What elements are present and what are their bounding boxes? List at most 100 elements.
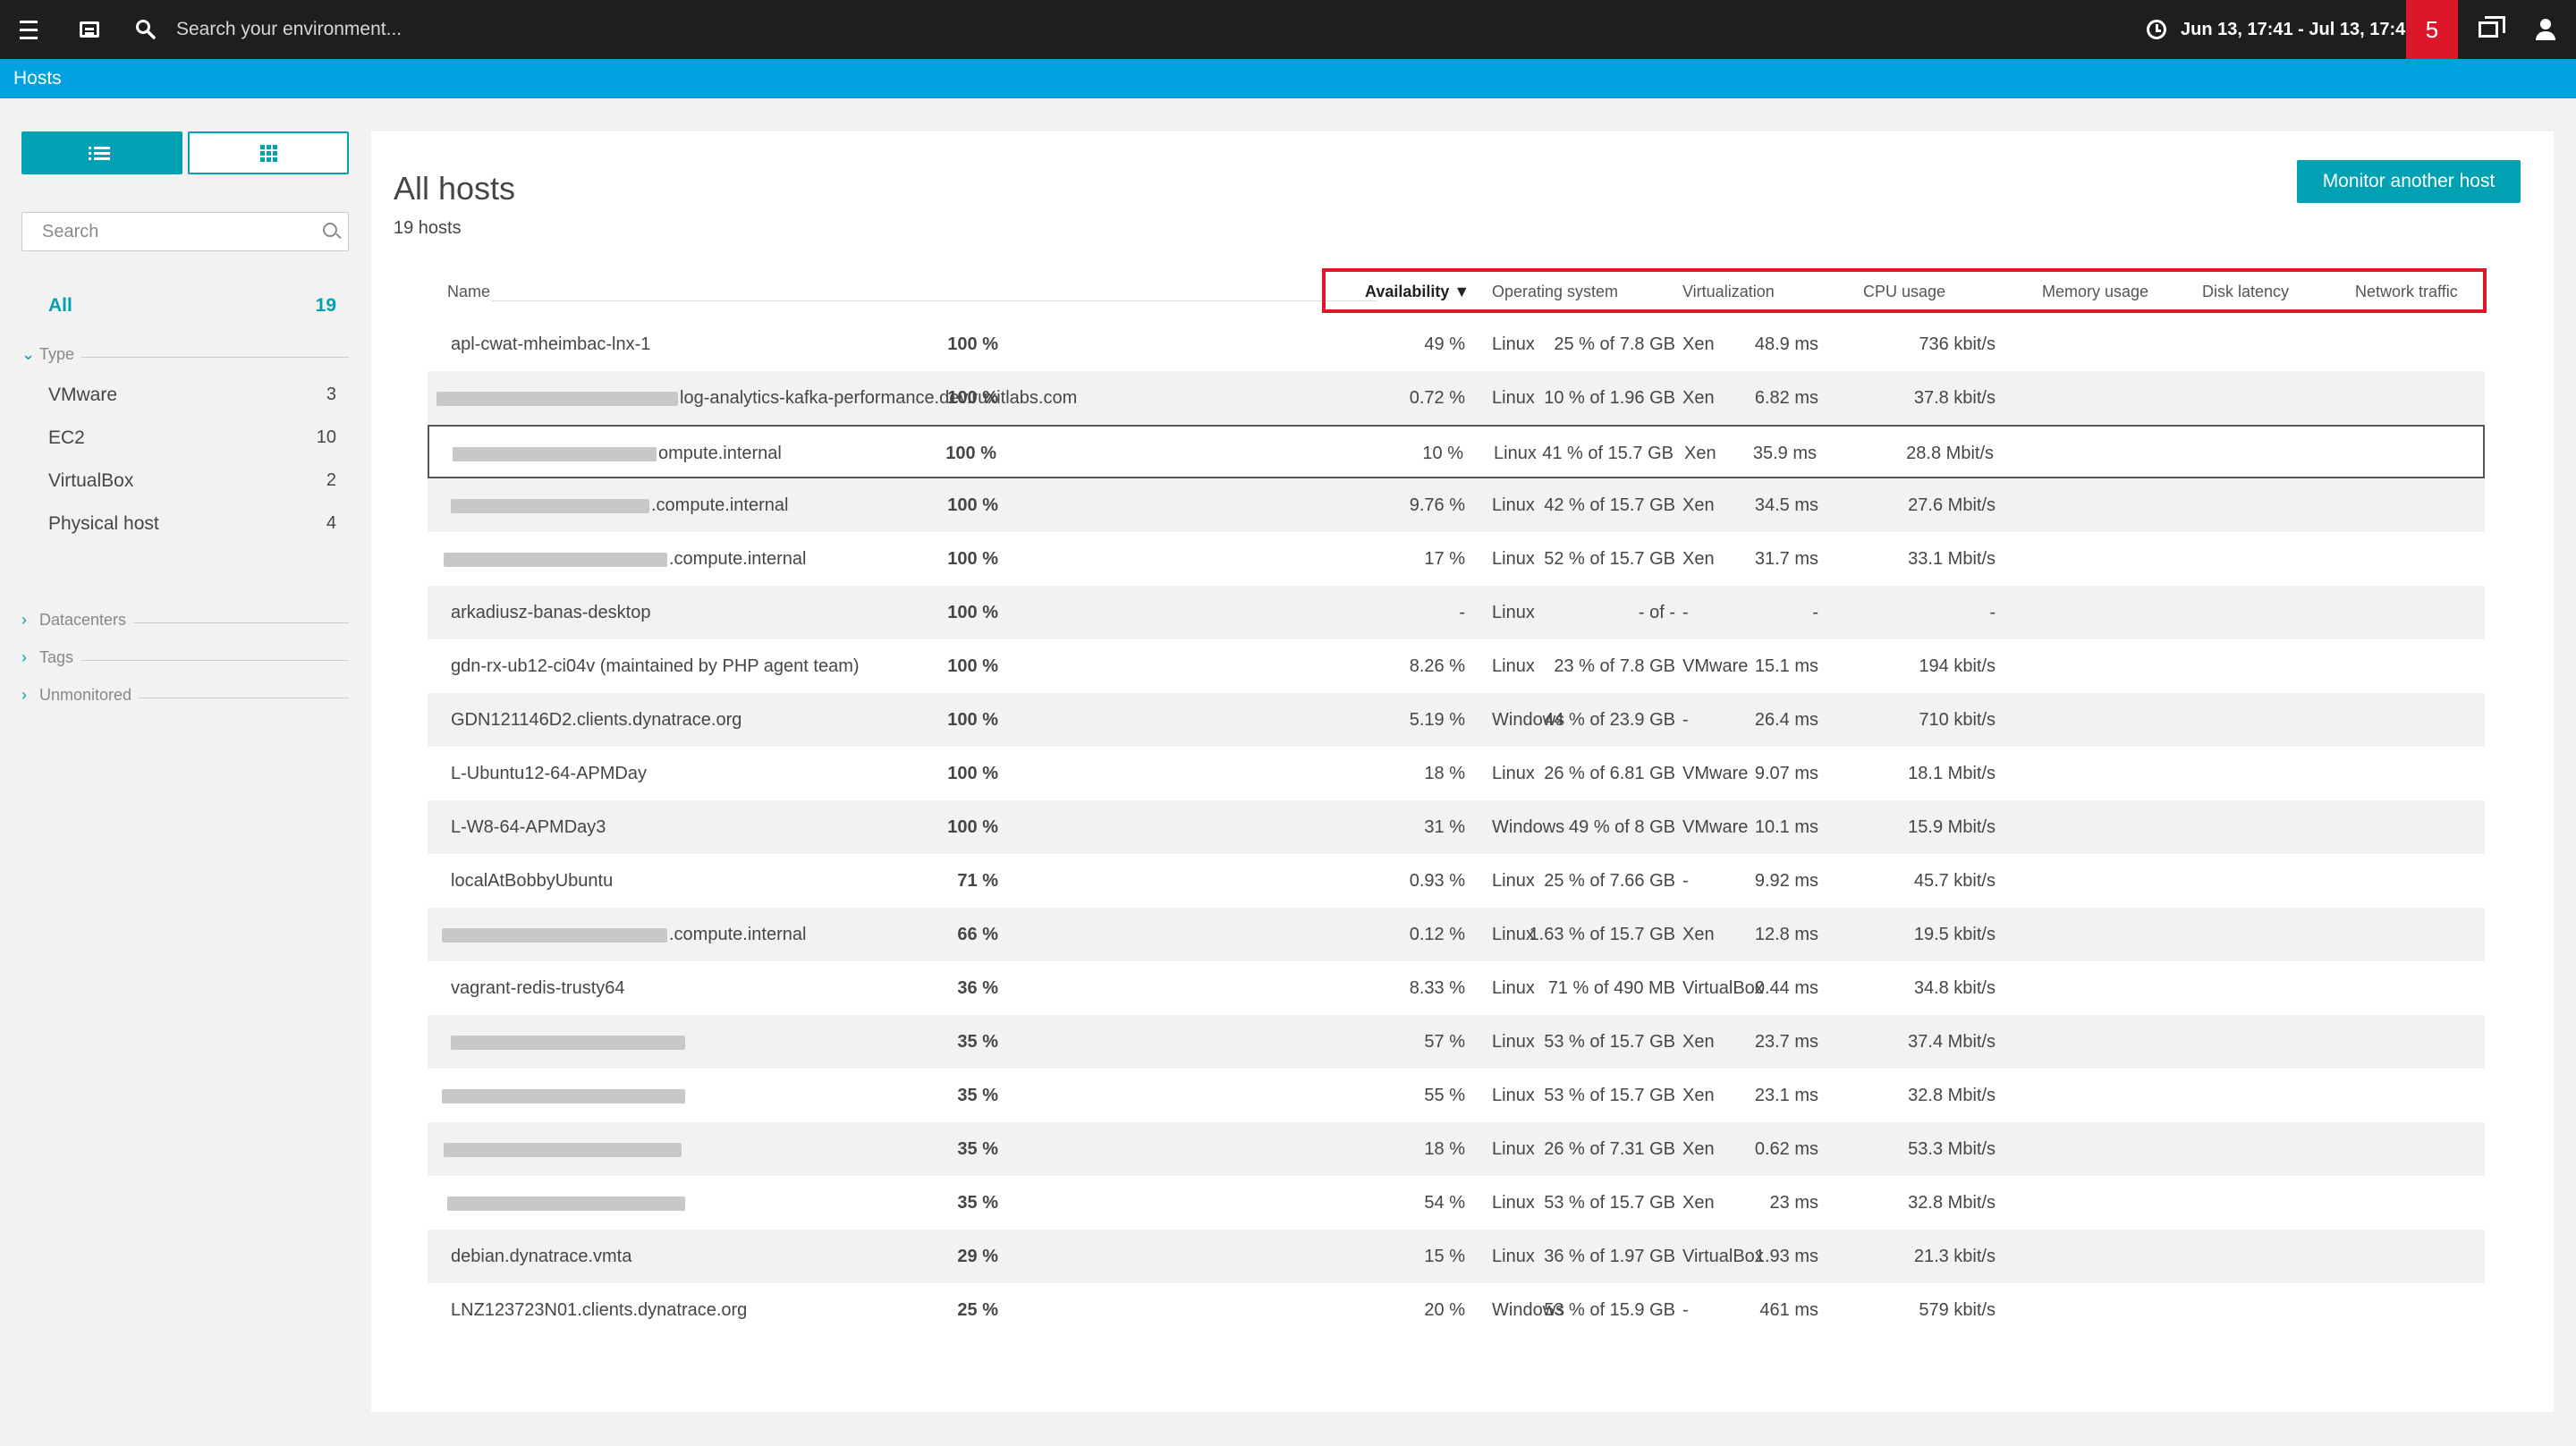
host-name-cell[interactable]: .compute.internal [444,532,806,586]
disk-cell: 10.1 ms [1754,817,1818,837]
type-item-virtualbox[interactable]: VirtualBox 2 [48,470,336,492]
filter-all[interactable]: All 19 [48,295,336,317]
redacted-text [444,1142,682,1157]
type-item-label: Physical host [48,513,159,534]
cpu-cell: 55 % [1424,1086,1465,1105]
menu-icon[interactable] [13,0,45,59]
grid-icon [259,144,277,162]
type-item-physical-host[interactable]: Physical host 4 [48,513,336,535]
table-row[interactable]: LNZ123723N01.clients.dynatrace.org 25 % … [428,1283,2485,1337]
disk-cell: 48.9 ms [1754,334,1818,354]
list-icon [89,144,110,163]
apps-icon[interactable] [72,0,107,59]
host-name[interactable]: LNZ123723N01.clients.dynatrace.org [451,1283,747,1337]
table-row[interactable]: localAtBobbyUbuntu 71 % Linux - 0.93 % 2… [428,854,2485,908]
virtualization-cell: - [1682,1300,1689,1320]
host-name-cell[interactable]: .compute.internal [442,908,806,961]
host-name[interactable]: debian.dynatrace.vmta [451,1230,631,1283]
cpu-cell: 8.26 % [1409,656,1465,676]
timeframe-selector[interactable]: Jun 13, 17:41 - Jul 13, 17:41 [2147,0,2415,59]
user-icon[interactable] [2528,0,2563,59]
type-item-vmware[interactable]: VMware 3 [48,385,336,406]
network-cell: 45.7 kbit/s [1913,871,1996,891]
tags-group-header[interactable]: › Tags [21,648,349,667]
host-name-cell[interactable]: .compute.internal [451,478,788,532]
host-name[interactable]: GDN121146D2.clients.dynatrace.org [451,693,741,747]
host-name[interactable]: gdn-rx-ub12-ci04v (maintained by PHP age… [451,639,860,693]
host-name-cell[interactable] [442,1069,687,1122]
table-row[interactable]: 35 % Linux Xen 57 % 53 % of 15.7 GB 23.7… [428,1015,2485,1069]
table-row[interactable]: .compute.internal 100 % Linux Xen 17 % 5… [428,532,2485,586]
disk-cell: 23.7 ms [1754,1032,1818,1052]
timeframe-label: Jun 13, 17:41 - Jul 13, 17:41 [2181,19,2416,39]
table-row[interactable]: 35 % Linux Xen 55 % 53 % of 15.7 GB 23.1… [428,1069,2485,1122]
network-cell: 710 kbit/s [1919,710,1996,730]
table-row[interactable]: debian.dynatrace.vmta 29 % Linux Virtual… [428,1230,2485,1283]
redacted-text [447,1196,685,1211]
host-search-input[interactable] [22,213,309,250]
tile-view-button[interactable] [188,131,349,174]
host-name[interactable]: L-Ubuntu12-64-APMDay [451,747,647,800]
redacted-text [442,1088,685,1104]
availability-cell: 35 % [957,1193,998,1213]
host-name[interactable]: localAtBobbyUbuntu [451,854,613,908]
redacted-text [444,552,667,567]
problems-count-badge[interactable]: 5 [2406,0,2458,59]
column-header-name[interactable]: Name [447,283,490,301]
cpu-cell: 49 % [1424,334,1465,354]
disk-cell: 34.5 ms [1754,495,1818,515]
type-item-ec2[interactable]: EC2 10 [48,427,336,449]
type-group-header[interactable]: ⌄ Type [21,345,349,364]
datacenters-group-header[interactable]: › Datacenters [21,611,349,630]
host-name-cell[interactable] [447,1176,687,1230]
table-row[interactable]: apl-cwat-mheimbac-lnx-1 100 % Linux Xen … [428,317,2485,371]
network-cell: 34.8 kbit/s [1913,978,1996,998]
table-row[interactable]: L-W8-64-APMDay3 100 % Windows VMware 31 … [428,800,2485,854]
os-cell: Linux [1492,1086,1535,1105]
windows-icon[interactable] [2469,0,2508,59]
host-name[interactable]: L-W8-64-APMDay3 [451,800,606,854]
chevron-right-icon: › [21,611,27,629]
cpu-cell: 20 % [1424,1300,1465,1320]
host-name-cell[interactable] [444,1122,683,1176]
table-row[interactable]: log-analytics-kafka-performance.dev.ruxi… [428,371,2485,425]
virtualization-cell: Xen [1682,1193,1715,1213]
host-name-cell[interactable] [451,1015,687,1069]
memory-cell: 26 % of 6.81 GB [1544,764,1675,783]
cpu-cell: 54 % [1424,1193,1465,1213]
availability-cell: 100 % [947,656,998,676]
table-row[interactable]: 35 % Linux Xen 54 % 53 % of 15.7 GB 23 m… [428,1176,2485,1230]
cpu-cell: 9.76 % [1409,495,1465,515]
search-icon[interactable] [323,223,337,237]
network-cell: 28.8 Mbit/s [1906,444,1994,463]
table-row[interactable]: gdn-rx-ub12-ci04v (maintained by PHP age… [428,639,2485,693]
table-row[interactable]: .compute.internal 100 % Linux Xen 9.76 %… [428,478,2485,532]
environment-search-input[interactable] [176,0,713,59]
host-name[interactable]: arkadiusz-banas-desktop [451,586,650,639]
table-row[interactable]: vagrant-redis-trusty64 36 % Linux Virtua… [428,961,2485,1015]
host-name[interactable]: apl-cwat-mheimbac-lnx-1 [451,317,650,371]
table-row[interactable]: GDN121146D2.clients.dynatrace.org 100 % … [428,693,2485,747]
breadcrumb-hosts[interactable]: Hosts [13,59,62,98]
disk-cell: 0.62 ms [1754,1139,1818,1159]
host-name[interactable]: vagrant-redis-trusty64 [451,961,625,1015]
memory-cell: 10 % of 1.96 GB [1544,388,1675,408]
cpu-cell: 5.19 % [1409,710,1465,730]
monitor-another-host-button[interactable]: Monitor another host [2297,160,2521,203]
host-name: ompute.internal [658,444,782,463]
table-row[interactable]: arkadiusz-banas-desktop 100 % Linux - - … [428,586,2485,639]
virtualization-cell: - [1682,710,1689,730]
host-name-cell[interactable]: ompute.internal [453,427,782,480]
table-row[interactable]: L-Ubuntu12-64-APMDay 100 % Linux VMware … [428,747,2485,800]
os-cell: Linux [1492,495,1535,515]
table-row[interactable]: .compute.internal 66 % Linux Xen 0.12 % … [428,908,2485,961]
table-row-selected[interactable]: ompute.internal 100 % Linux Xen 10 % 41 … [428,425,2485,478]
table-row[interactable]: 35 % Linux Xen 18 % 26 % of 7.31 GB 0.62… [428,1122,2485,1176]
disk-cell: 31.7 ms [1754,549,1818,569]
disk-cell: 35.9 ms [1752,444,1817,463]
unmonitored-group-header[interactable]: › Unmonitored [21,686,349,705]
search-icon[interactable] [131,0,161,59]
availability-cell: 66 % [957,925,998,944]
availability-cell: 100 % [947,603,998,622]
list-view-button[interactable] [21,131,182,174]
